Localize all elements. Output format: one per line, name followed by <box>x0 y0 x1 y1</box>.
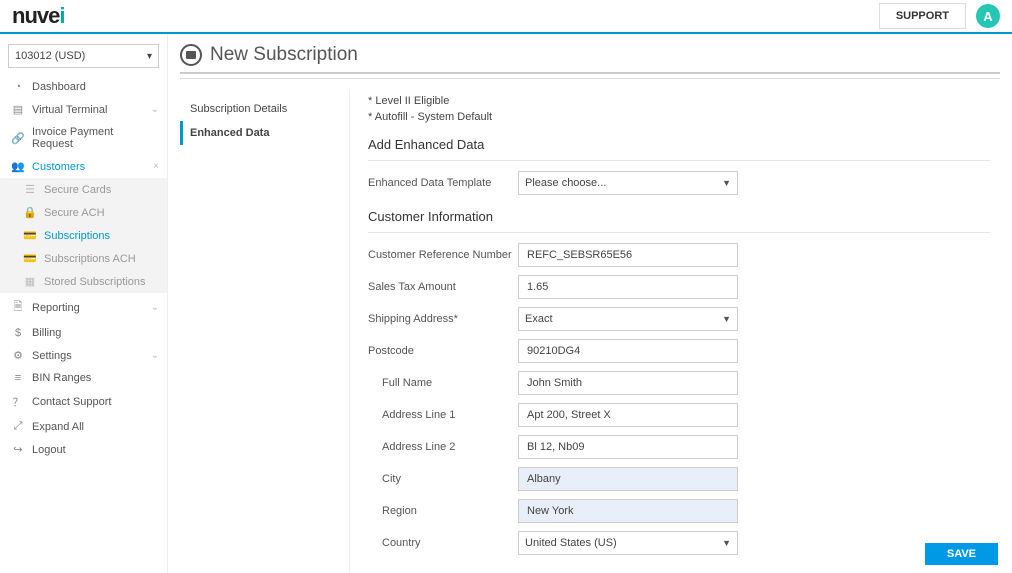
dashboard-icon: ◔ <box>10 81 26 93</box>
label-region: Region <box>368 505 518 517</box>
nav-label: Secure Cards <box>44 184 111 196</box>
note-autofill: * Autofill - System Default <box>368 111 990 123</box>
nav-label: Invoice Payment Request <box>32 126 157 150</box>
input-full-name[interactable] <box>518 371 738 395</box>
nav-settings[interactable]: ⚙ Settings ⌄ <box>0 344 167 367</box>
card-icon: 💳 <box>22 252 38 265</box>
nav-label: Stored Subscriptions <box>44 276 146 288</box>
caret-down-icon: ▼ <box>722 314 731 324</box>
label-sales-tax: Sales Tax Amount <box>368 281 518 293</box>
nav-reporting[interactable]: 🗎 Reporting ⌄ <box>0 293 167 322</box>
chevron-down-icon: ⌄ <box>151 302 159 313</box>
nav-logout[interactable]: ↪ Logout <box>0 438 167 461</box>
nav-label: Settings <box>32 350 72 362</box>
tab-enhanced-data[interactable]: Enhanced Data <box>180 121 349 145</box>
nav-dashboard[interactable]: ◔ Dashboard <box>0 76 167 98</box>
nav-invoice-payment[interactable]: 🔗 Invoice Payment Request <box>0 121 167 155</box>
nav-label: Secure ACH <box>44 207 105 219</box>
label-city: City <box>368 473 518 485</box>
nav-billing[interactable]: $ Billing <box>0 322 167 344</box>
nav-virtual-terminal[interactable]: ▤ Virtual Terminal ⌄ <box>0 98 167 121</box>
nav-stored-subscriptions[interactable]: ▦ Stored Subscriptions <box>0 270 167 293</box>
support-button[interactable]: SUPPORT <box>879 3 966 29</box>
label-cust-ref: Customer Reference Number <box>368 249 518 261</box>
nav-label: Virtual Terminal <box>32 104 107 116</box>
subscription-icon <box>180 44 202 66</box>
label-full-name: Full Name <box>368 377 518 389</box>
nav-expand-all[interactable]: ⤢ Expand All <box>0 415 167 438</box>
section-customer-info: Customer Information <box>368 209 990 224</box>
caret-down-icon: ▼ <box>722 538 731 548</box>
input-addr2[interactable] <box>518 435 738 459</box>
label-addr1: Address Line 1 <box>368 409 518 421</box>
nav-label: Subscriptions ACH <box>44 253 136 265</box>
gear-icon: ⚙ <box>10 349 26 362</box>
input-addr1[interactable] <box>518 403 738 427</box>
nav-label: Logout <box>32 444 66 456</box>
nav-label: Subscriptions <box>44 230 110 242</box>
select-template-value: Please choose... <box>525 177 606 189</box>
nav-label: Expand All <box>32 421 84 433</box>
nav-contact-support[interactable]: ？ Contact Support <box>0 389 167 415</box>
archive-icon: ▦ <box>22 275 38 288</box>
nav-label: Customers <box>32 161 85 173</box>
section-add-enhanced: Add Enhanced Data <box>368 137 990 152</box>
select-country-value: United States (US) <box>525 537 617 549</box>
nav-label: Dashboard <box>32 81 86 93</box>
link-icon: 🔗 <box>10 132 26 145</box>
page-title: New Subscription <box>210 44 358 66</box>
select-shipping[interactable]: Exact ▼ <box>518 307 738 331</box>
expand-icon: ⤢ <box>10 420 26 433</box>
chevron-down-icon: ⌄ <box>151 104 159 115</box>
terminal-icon: ▤ <box>10 103 26 116</box>
select-country[interactable]: United States (US) ▼ <box>518 531 738 555</box>
label-postcode: Postcode <box>368 345 518 357</box>
input-cust-ref[interactable] <box>518 243 738 267</box>
nav-label: Reporting <box>32 302 80 314</box>
label-addr2: Address Line 2 <box>368 441 518 453</box>
nav-subscriptions[interactable]: 💳 Subscriptions <box>0 224 167 247</box>
nav-subscriptions-ach[interactable]: 💳 Subscriptions ACH <box>0 247 167 270</box>
caret-down-icon: ▼ <box>722 178 731 188</box>
select-shipping-value: Exact <box>525 313 553 325</box>
users-icon: 👥 <box>10 160 26 173</box>
account-selector-label: 103012 (USD) <box>15 50 85 62</box>
nav-label: Billing <box>32 327 61 339</box>
logo: nuvei <box>12 3 65 29</box>
caret-down-icon: ▾ <box>147 51 152 62</box>
note-level2: * Level II Eligible <box>368 95 990 107</box>
card-icon: ☰ <box>22 183 38 196</box>
logout-icon: ↪ <box>10 443 26 456</box>
reporting-icon: 🗎 <box>10 298 26 317</box>
chevron-down-icon: ⌄ <box>151 350 159 361</box>
avatar[interactable]: A <box>976 4 1000 28</box>
nav-label: BIN Ranges <box>32 372 91 384</box>
account-selector[interactable]: 103012 (USD) ▾ <box>8 44 159 68</box>
label-template: Enhanced Data Template <box>368 177 518 189</box>
nav-secure-ach[interactable]: 🔒 Secure ACH <box>0 201 167 224</box>
nav-bin-ranges[interactable]: ≡ BIN Ranges <box>0 367 167 389</box>
close-icon[interactable]: × <box>153 161 159 172</box>
save-button[interactable]: SAVE <box>925 543 998 565</box>
question-icon: ？ <box>10 394 26 410</box>
input-city[interactable] <box>518 467 738 491</box>
nav-customers[interactable]: 👥 Customers × <box>0 155 167 178</box>
select-template[interactable]: Please choose... ▼ <box>518 171 738 195</box>
nav-secure-cards[interactable]: ☰ Secure Cards <box>0 178 167 201</box>
list-icon: ≡ <box>10 372 26 384</box>
input-region[interactable] <box>518 499 738 523</box>
input-sales-tax[interactable] <box>518 275 738 299</box>
lock-icon: 🔒 <box>22 206 38 219</box>
nav-label: Contact Support <box>32 396 112 408</box>
label-shipping: Shipping Address* <box>368 313 518 325</box>
billing-icon: $ <box>10 327 26 339</box>
label-country: Country <box>368 537 518 549</box>
input-postcode[interactable] <box>518 339 738 363</box>
card-icon: 💳 <box>22 229 38 242</box>
tab-subscription-details[interactable]: Subscription Details <box>180 97 349 121</box>
